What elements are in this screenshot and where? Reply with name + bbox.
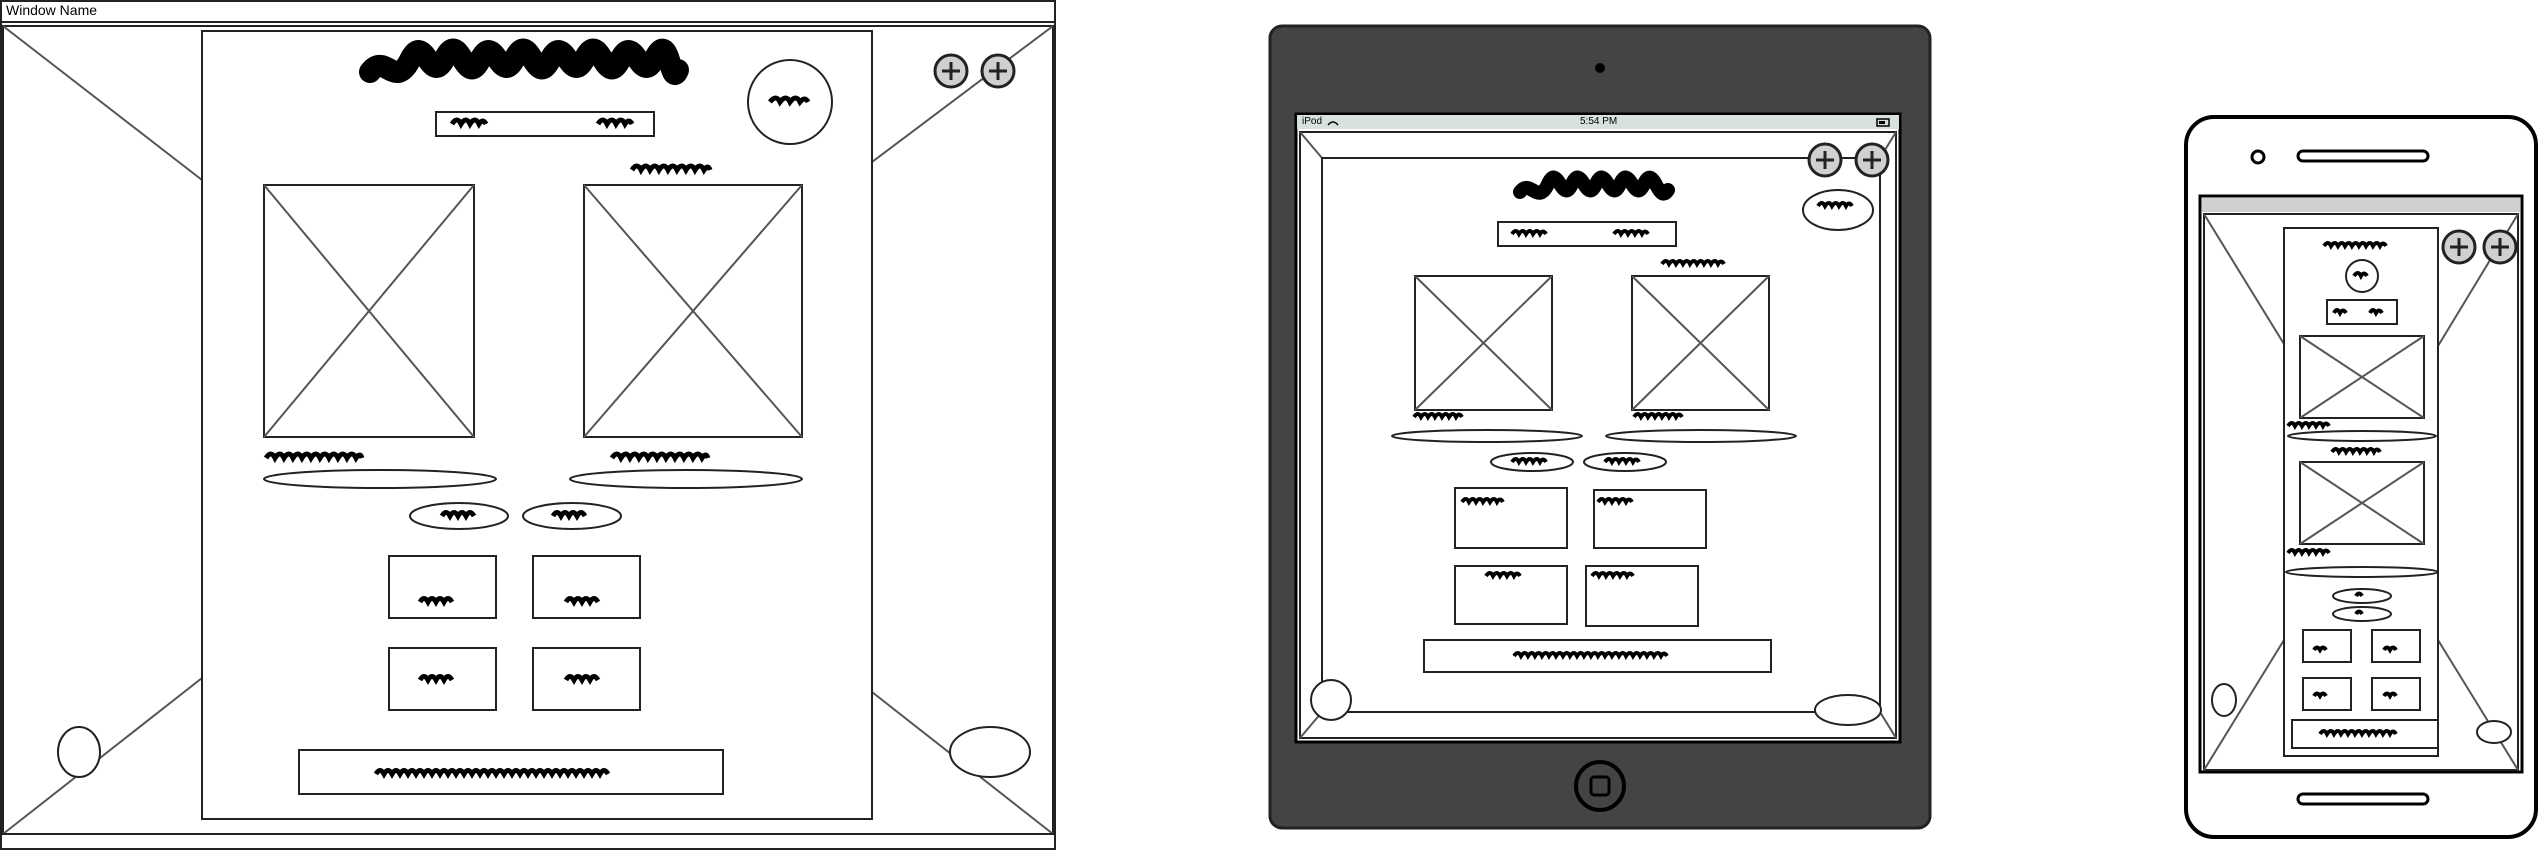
image-placeholder-icon: [263, 184, 475, 438]
scroll-handle[interactable]: [57, 726, 101, 778]
scroll-handle[interactable]: [1814, 694, 1882, 726]
text-field[interactable]: [1605, 429, 1797, 443]
image-placeholder-icon: [583, 184, 803, 438]
logo-scribble: [1513, 170, 1675, 201]
add-circle-icon[interactable]: [1854, 142, 1890, 178]
text-field[interactable]: [2285, 566, 2439, 578]
status-bar: [2202, 198, 2520, 212]
wireframe-canvas: [0, 0, 2538, 850]
content-card[interactable]: [2302, 629, 2352, 663]
window-title: Window Name: [6, 2, 98, 18]
content-card[interactable]: [1454, 565, 1568, 625]
image-placeholder-icon: [1414, 275, 1553, 411]
content-card[interactable]: [388, 647, 497, 711]
footer-bar: [1423, 639, 1772, 673]
text-field[interactable]: [2287, 430, 2437, 442]
footer-bar: [2291, 719, 2439, 749]
scroll-handle[interactable]: [2211, 683, 2237, 717]
content-card[interactable]: [2371, 629, 2421, 663]
content-card[interactable]: [1593, 489, 1707, 549]
phone-bottom-bar: [2296, 792, 2430, 806]
text-field[interactable]: [569, 469, 803, 489]
home-button-icon[interactable]: [1574, 760, 1626, 812]
scroll-handle[interactable]: [949, 726, 1031, 778]
desktop-window: [0, 0, 1056, 850]
camera-icon: [1595, 63, 1605, 73]
add-circle-icon[interactable]: [1807, 142, 1843, 178]
add-circle-icon[interactable]: [2441, 229, 2477, 265]
text-field[interactable]: [263, 469, 497, 489]
camera-icon: [2250, 149, 2266, 165]
image-placeholder-icon: [1631, 275, 1770, 411]
text-field[interactable]: [1391, 429, 1583, 443]
status-time: 5:54 PM: [1580, 116, 1618, 127]
content-card[interactable]: [1454, 487, 1568, 549]
nav-link[interactable]: [2332, 308, 2348, 318]
content-card[interactable]: [1585, 565, 1699, 627]
phone-device: [2184, 115, 2538, 839]
image-placeholder-icon: [2299, 335, 2425, 419]
carrier-label: iPod: [1302, 116, 1323, 127]
content-card[interactable]: [532, 555, 641, 619]
content-card[interactable]: [388, 555, 497, 619]
avatar[interactable]: [1802, 189, 1874, 231]
caption-scribble: [2286, 548, 2331, 558]
section-heading: [629, 163, 713, 176]
scroll-handle[interactable]: [2476, 720, 2512, 744]
scroll-handle[interactable]: [1310, 679, 1352, 721]
pill-button[interactable]: [522, 502, 622, 530]
speaker-grille: [2296, 149, 2430, 163]
content-card[interactable]: [532, 647, 641, 711]
footer-bar: [298, 749, 724, 795]
nav-link[interactable]: [2368, 308, 2384, 318]
add-circle-icon[interactable]: [933, 53, 969, 89]
add-circle-icon[interactable]: [2482, 229, 2518, 265]
content-card[interactable]: [2371, 677, 2421, 711]
tablet-device: [1268, 24, 1932, 830]
image-placeholder-icon: [2299, 461, 2425, 545]
content-card[interactable]: [2302, 677, 2352, 711]
caption-scribble: [2286, 421, 2331, 431]
add-circle-icon[interactable]: [980, 53, 1016, 89]
